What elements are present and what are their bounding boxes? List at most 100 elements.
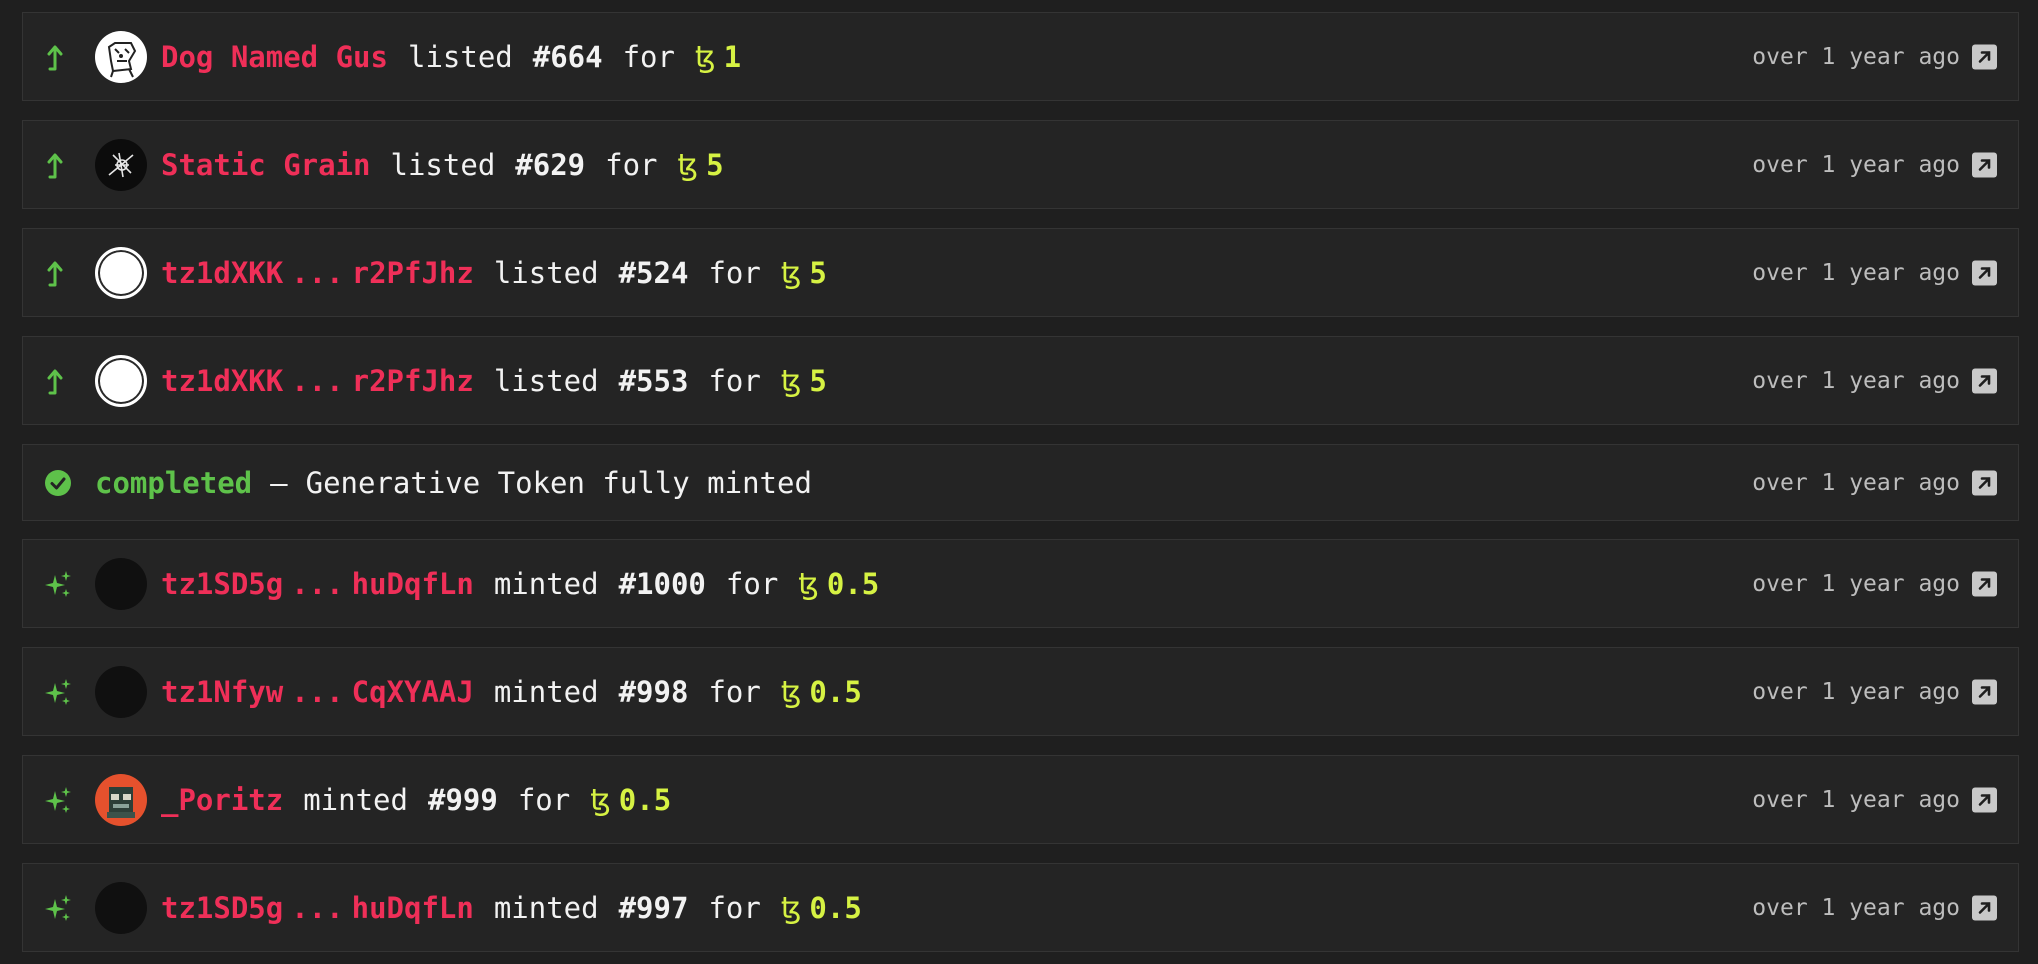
- price-value: 1: [723, 39, 742, 74]
- price-value: 5: [809, 255, 827, 290]
- user-link[interactable]: tz1SD5g: [161, 567, 283, 601]
- avatar[interactable]: [95, 30, 147, 83]
- action-verb: listed: [493, 363, 599, 398]
- price-value: 0.5: [809, 674, 862, 709]
- sparkles-icon: [43, 677, 73, 707]
- user-link[interactable]: _Poritz: [161, 783, 283, 817]
- user-link-end[interactable]: huDqfLn: [352, 891, 474, 925]
- avatar[interactable]: [95, 557, 147, 610]
- tezos-icon: ꜩ: [780, 255, 802, 290]
- external-link-icon[interactable]: [1972, 895, 1997, 920]
- activity-row-listed: tz1dXKK ... r2PfJhz listed #553 for ꜩ 5 …: [22, 336, 2019, 425]
- timestamp: over 1 year ago: [1752, 786, 1960, 813]
- for-label: for: [517, 782, 571, 817]
- price-value: 0.5: [826, 566, 880, 601]
- token-number[interactable]: #1000: [619, 567, 706, 601]
- activity-text: completed — Generative Token fully minte…: [95, 466, 812, 500]
- token-number[interactable]: #553: [619, 364, 689, 398]
- avatar[interactable]: [95, 665, 147, 718]
- external-link-icon[interactable]: [1972, 152, 1997, 177]
- external-link-icon[interactable]: [1972, 787, 1997, 812]
- address-ellipsis: ...: [291, 566, 344, 601]
- address-ellipsis: ...: [291, 674, 344, 709]
- check-circle-icon: [43, 468, 73, 498]
- action-verb: minted: [493, 566, 599, 601]
- token-number[interactable]: #629: [515, 148, 585, 182]
- token-number[interactable]: #524: [619, 256, 689, 290]
- action-verb: minted: [493, 674, 599, 709]
- activity-row-minted: tz1SD5g ... huDqfLn minted #1000 for ꜩ 0…: [22, 539, 2019, 628]
- listed-arrow-icon: [43, 366, 73, 396]
- external-link-icon[interactable]: [1972, 470, 1997, 495]
- sparkles-icon: [43, 785, 73, 815]
- action-verb: listed: [390, 147, 496, 182]
- user-link[interactable]: tz1Nfyw: [161, 675, 283, 709]
- activity-text: tz1Nfyw ... CqXYAAJ minted #998 for ꜩ 0.…: [161, 675, 862, 709]
- token-number[interactable]: #999: [428, 783, 498, 817]
- user-link[interactable]: Dog Named Gus: [161, 40, 388, 74]
- timestamp: over 1 year ago: [1752, 43, 1960, 70]
- timestamp: over 1 year ago: [1752, 259, 1960, 286]
- for-label: for: [708, 363, 761, 398]
- timestamp: over 1 year ago: [1752, 894, 1960, 921]
- activity-text: tz1SD5g ... huDqfLn minted #1000 for ꜩ 0…: [161, 567, 879, 601]
- user-link-end[interactable]: huDqfLn: [352, 567, 474, 601]
- token-number[interactable]: #997: [619, 891, 689, 925]
- external-link-icon[interactable]: [1972, 44, 1997, 69]
- price-value: 5: [706, 147, 724, 182]
- avatar[interactable]: [95, 773, 147, 826]
- external-link-icon[interactable]: [1972, 368, 1997, 393]
- user-link[interactable]: tz1SD5g: [161, 891, 283, 925]
- for-label: for: [708, 255, 761, 290]
- action-verb: minted: [303, 782, 408, 817]
- activity-row-listed: Dog Named Gus listed #664 for ꜩ 1 over 1…: [22, 12, 2019, 101]
- user-link[interactable]: Static Grain: [161, 148, 371, 182]
- timestamp: over 1 year ago: [1752, 367, 1960, 394]
- tezos-icon: ꜩ: [677, 147, 699, 182]
- external-link-icon[interactable]: [1972, 679, 1997, 704]
- user-link-end[interactable]: CqXYAAJ: [352, 675, 474, 709]
- action-verb: minted: [493, 890, 599, 925]
- price-value: 0.5: [618, 782, 672, 817]
- user-link[interactable]: tz1dXKK: [161, 364, 283, 398]
- avatar[interactable]: [95, 881, 147, 934]
- tezos-icon: ꜩ: [780, 890, 802, 925]
- activity-row-minted: tz1Nfyw ... CqXYAAJ minted #998 for ꜩ 0.…: [22, 647, 2019, 736]
- tezos-icon: ꜩ: [590, 782, 611, 817]
- user-link[interactable]: tz1dXKK: [161, 256, 283, 290]
- activity-row-listed: Static Grain listed #629 for ꜩ 5 over 1 …: [22, 120, 2019, 209]
- sparkles-icon: [43, 893, 73, 923]
- action-verb: listed: [493, 255, 599, 290]
- tezos-icon: ꜩ: [780, 674, 802, 709]
- listed-arrow-icon: [43, 42, 73, 72]
- token-number[interactable]: #998: [619, 675, 689, 709]
- for-label: for: [605, 147, 658, 182]
- external-link-icon[interactable]: [1972, 260, 1997, 285]
- activity-row-listed: tz1dXKK ... r2PfJhz listed #524 for ꜩ 5 …: [22, 228, 2019, 317]
- avatar[interactable]: [95, 138, 147, 191]
- for-label: for: [708, 674, 761, 709]
- timestamp: over 1 year ago: [1752, 570, 1960, 597]
- activity-text: tz1dXKK ... r2PfJhz listed #524 for ꜩ 5: [161, 256, 827, 290]
- address-ellipsis: ...: [291, 255, 344, 290]
- address-ellipsis: ...: [291, 890, 344, 925]
- user-link-end[interactable]: r2PfJhz: [352, 364, 474, 398]
- separator-dash: —: [270, 465, 288, 500]
- user-link-end[interactable]: r2PfJhz: [352, 256, 474, 290]
- for-label: for: [725, 566, 779, 601]
- price-value: 0.5: [809, 890, 862, 925]
- activity-text: tz1SD5g ... huDqfLn minted #997 for ꜩ 0.…: [161, 891, 862, 925]
- avatar[interactable]: [95, 354, 147, 407]
- listed-arrow-icon: [43, 150, 73, 180]
- external-link-icon[interactable]: [1972, 571, 1997, 596]
- status-message: Generative Token fully minted: [305, 465, 812, 500]
- token-number[interactable]: #664: [533, 40, 603, 74]
- activity-row-minted: tz1SD5g ... huDqfLn minted #997 for ꜩ 0.…: [22, 863, 2019, 952]
- tezos-icon: ꜩ: [798, 566, 819, 601]
- status-label: completed: [95, 465, 253, 500]
- timestamp: over 1 year ago: [1752, 151, 1960, 178]
- activity-row-completed: completed — Generative Token fully minte…: [22, 444, 2019, 521]
- timestamp: over 1 year ago: [1752, 469, 1960, 496]
- avatar[interactable]: [95, 246, 147, 299]
- price-value: 5: [809, 363, 827, 398]
